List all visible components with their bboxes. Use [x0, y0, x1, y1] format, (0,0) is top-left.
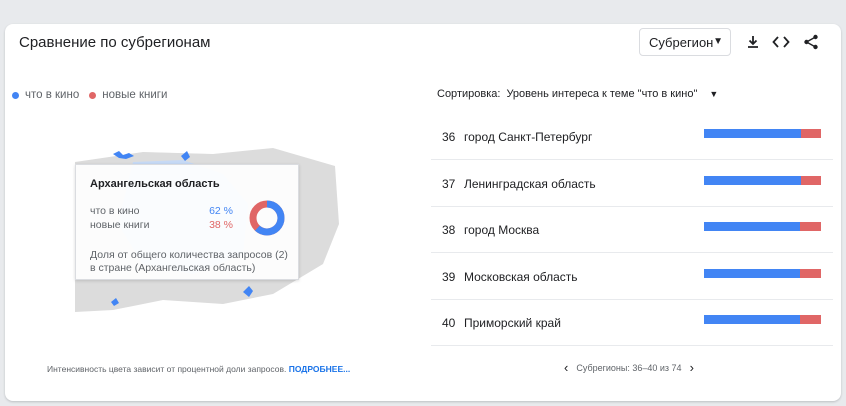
bar-segment-a: [704, 175, 802, 185]
region-rank: 39: [442, 269, 456, 284]
legend-item-b: новые книги: [89, 89, 167, 101]
legend-item-a: что в кино: [12, 89, 79, 101]
region-row[interactable]: 40 Приморский край: [431, 299, 833, 346]
region-name: Ленинградская область: [464, 176, 596, 191]
legend-label-b: новые книги: [102, 89, 168, 101]
region-row[interactable]: 36 город Санкт-Петербург: [431, 113, 833, 160]
subregion-comparison-card: Сравнение по субрегионам Субрегион ▼ что…: [5, 24, 841, 401]
caret-down-icon: ▼: [713, 36, 723, 47]
region-row[interactable]: 37 Ленинградская область: [431, 160, 833, 207]
sort-value: Уровень интереса к теме "что в кино": [506, 88, 698, 100]
legend-dot-red: [89, 91, 97, 99]
region-rank: 40: [442, 316, 456, 330]
share-donut-chart: [249, 200, 285, 236]
chevron-right-icon[interactable]: ›: [682, 360, 702, 375]
region-share-bar: [704, 268, 821, 278]
region-share-bar: [704, 129, 821, 138]
region-share-bar: [704, 315, 821, 324]
region-share-bar: [704, 222, 821, 231]
share-icon[interactable]: [801, 32, 821, 52]
region-name: Приморский край: [464, 316, 561, 330]
region-share-bar: [704, 175, 821, 185]
region-name: город Санкт-Петербург: [464, 130, 593, 144]
tooltip-title: Архангельская область: [90, 178, 220, 190]
region-rank: 36: [442, 130, 456, 144]
caret-down-icon: ▼: [709, 89, 719, 99]
pagination: ‹ Субрегионы: 36–40 из 74 ›: [556, 360, 702, 375]
region-row[interactable]: 39 Московская область: [431, 253, 833, 300]
region-tooltip: Архангельская область что в кино 62 % но…: [75, 164, 299, 280]
embed-code-icon[interactable]: [771, 32, 791, 52]
legend-dot-blue: [12, 91, 19, 99]
bar-segment-b: [801, 129, 821, 138]
bar-segment-b: [799, 268, 821, 278]
card-header: Сравнение по субрегионам Субрегион ▼: [5, 24, 841, 64]
legend-label-a: что в кино: [25, 89, 80, 101]
dropdown-label: Субрегион: [649, 34, 714, 50]
bar-segment-a: [704, 222, 800, 231]
sort-control[interactable]: Сортировка: Уровень интереса к теме "что…: [437, 88, 718, 100]
learn-more-link[interactable]: ПОДРОБНЕЕ...: [289, 364, 351, 374]
subregion-dropdown[interactable]: Субрегион ▼: [639, 28, 731, 56]
region-name: город Москва: [464, 223, 540, 237]
tooltip-row-a: что в кино 62 %: [90, 205, 233, 217]
footnote: Интенсивность цвета зависит от процентно…: [47, 364, 350, 374]
card-title: Сравнение по субрегионам: [19, 34, 211, 51]
chart-legend: что в кино новые книги: [12, 89, 177, 101]
pagination-text: Субрегионы: 36–40 из 74: [576, 362, 682, 373]
chevron-left-icon[interactable]: ‹: [556, 360, 576, 375]
bar-segment-b: [801, 175, 821, 185]
tooltip-value-a: 62 %: [209, 205, 233, 217]
region-rank: 38: [442, 223, 456, 237]
tooltip-label-a: что в кино: [90, 205, 140, 217]
region-rank: 37: [442, 176, 456, 191]
bar-segment-a: [704, 268, 800, 278]
region-name: Московская область: [464, 269, 578, 284]
region-row[interactable]: 38 город Москва: [431, 206, 833, 253]
footnote-text: Интенсивность цвета зависит от процентно…: [47, 364, 287, 374]
tooltip-label-b: новые книги: [90, 219, 150, 231]
tooltip-row-b: новые книги 38 %: [90, 219, 233, 231]
bar-segment-a: [704, 315, 800, 324]
tooltip-value-b: 38 %: [209, 219, 233, 231]
tooltip-note: Доля от общего количества запросов (2) в…: [90, 249, 288, 274]
bar-segment-b: [799, 222, 821, 231]
bar-segment-b: [799, 315, 821, 324]
sort-label: Сортировка:: [437, 88, 501, 100]
download-icon[interactable]: [743, 32, 763, 52]
bar-segment-a: [704, 129, 802, 138]
